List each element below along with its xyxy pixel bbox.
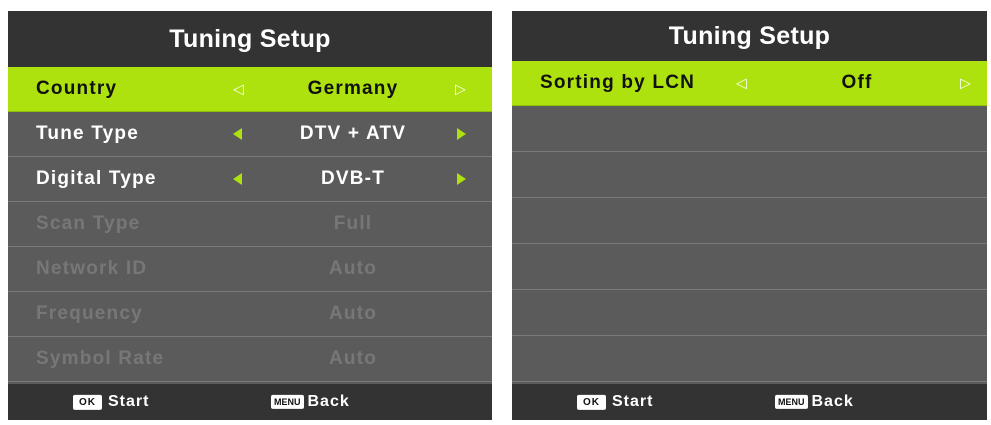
arrow-right-icon[interactable]: ▷ (960, 75, 971, 92)
start-button[interactable]: OK Start (577, 393, 653, 411)
footer-bar: OK Start MENU Back (8, 384, 492, 420)
back-button[interactable]: MENU Back (271, 393, 350, 411)
menu-row-digital-type[interactable]: Digital Type DVB-T (8, 157, 492, 202)
row-value: Auto (328, 258, 378, 279)
row-label: Scan Type (36, 213, 141, 234)
menu-row-symbol-rate: Symbol Rate Auto (8, 337, 492, 382)
arrow-left-icon[interactable]: ◁ (736, 75, 747, 92)
row-value: Auto (328, 303, 378, 324)
back-button[interactable]: MENU Back (775, 393, 854, 411)
row-label: Digital Type (36, 168, 157, 189)
row-value: Off (841, 72, 873, 93)
row-label: Symbol Rate (36, 348, 165, 369)
row-value: Auto (328, 348, 378, 369)
row-value: Germany (307, 78, 399, 99)
row-label: Tune Type (36, 123, 139, 144)
menu-row-network-id: Network ID Auto (8, 247, 492, 292)
start-button[interactable]: OK Start (73, 393, 149, 411)
panel-title: Tuning Setup (8, 11, 492, 67)
empty-row (512, 198, 987, 244)
menu-row-scan-type: Scan Type Full (8, 202, 492, 247)
row-label: Network ID (36, 258, 148, 279)
tuning-setup-panel-right: Tuning Setup Sorting by LCN ◁ Off ▷ OK St… (512, 11, 987, 420)
tuning-setup-panel-left: Tuning Setup Country ◁ Germany ▷ Tune Ty… (8, 11, 492, 420)
empty-row (512, 106, 987, 152)
menu-row-tune-type[interactable]: Tune Type DTV + ATV (8, 112, 492, 157)
empty-row (512, 152, 987, 198)
empty-row (512, 336, 987, 382)
empty-row (512, 244, 987, 290)
row-value: DTV + ATV (299, 123, 407, 144)
arrow-right-icon[interactable] (457, 173, 466, 185)
menu-key-icon: MENU (271, 394, 304, 409)
panel-title: Tuning Setup (512, 11, 987, 61)
back-label: Back (811, 392, 854, 410)
arrow-right-icon[interactable]: ▷ (455, 81, 466, 98)
empty-row (512, 290, 987, 336)
menu-row-frequency: Frequency Auto (8, 292, 492, 337)
menu-row-country[interactable]: Country ◁ Germany ▷ (8, 67, 492, 112)
row-value: Full (333, 213, 373, 234)
ok-key-icon: OK (577, 394, 606, 410)
arrow-left-icon[interactable]: ◁ (233, 81, 244, 98)
row-label: Frequency (36, 303, 143, 324)
row-label: Country (36, 78, 118, 99)
arrow-left-icon[interactable] (233, 173, 242, 185)
start-label: Start (108, 392, 150, 410)
ok-key-icon: OK (73, 394, 102, 410)
start-label: Start (612, 392, 654, 410)
arrow-right-icon[interactable] (457, 128, 466, 140)
back-label: Back (307, 392, 350, 410)
menu-row-sorting-by-lcn[interactable]: Sorting by LCN ◁ Off ▷ (512, 61, 987, 106)
menu-key-icon: MENU (775, 394, 808, 409)
row-label: Sorting by LCN (540, 72, 696, 93)
footer-bar: OK Start MENU Back (512, 384, 987, 420)
arrow-left-icon[interactable] (233, 128, 242, 140)
row-value: DVB-T (320, 168, 386, 189)
